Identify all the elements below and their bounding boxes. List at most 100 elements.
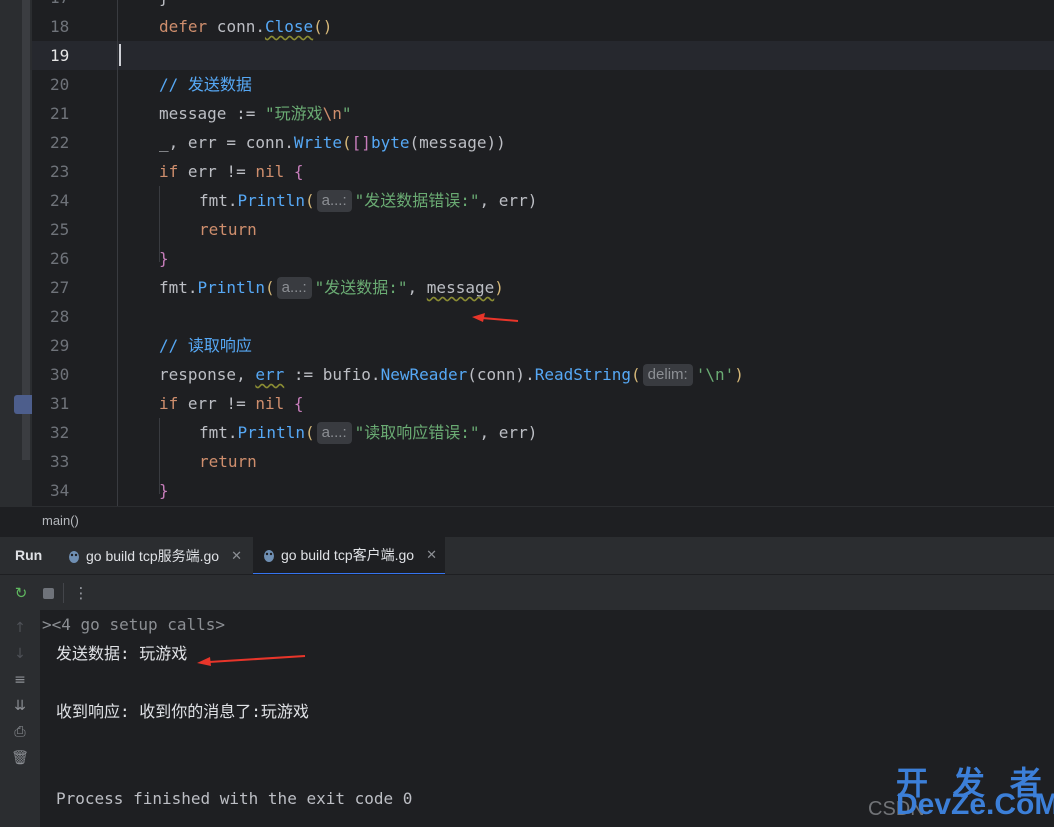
- gopher-icon: [69, 551, 79, 563]
- text-caret: [119, 44, 121, 66]
- parameter-hint: delim:: [642, 364, 693, 386]
- setup-calls-fold[interactable]: ><4 go setup calls>: [42, 615, 225, 635]
- parameter-hint: a...:: [316, 190, 352, 212]
- line-number-gutter: 171819202122232425262728293031323334: [32, 0, 112, 506]
- code-line-31: if err != nil {: [159, 389, 304, 418]
- line-number[interactable]: 28: [50, 302, 90, 331]
- line-number[interactable]: 30: [50, 360, 90, 389]
- code-line-33: return: [199, 447, 257, 476]
- line-number[interactable]: 22: [50, 128, 90, 157]
- arrow-up-icon[interactable]: ↑: [11, 619, 29, 637]
- code-line-20: // 发送数据: [159, 70, 252, 99]
- function-call[interactable]: NewReader: [381, 365, 468, 384]
- line-number[interactable]: 29: [50, 331, 90, 360]
- soft-wrap-icon[interactable]: ≡: [11, 671, 29, 689]
- punct: ): [734, 365, 744, 384]
- run-tool-window-header: Run go build tcp服务端.go ✕ go build tcp客户端…: [0, 536, 1054, 575]
- line-number[interactable]: 18: [50, 12, 90, 41]
- project-strip: [0, 0, 32, 506]
- code-area[interactable]: } defer conn.Close() // 发送数据 message := …: [112, 0, 1054, 506]
- line-number[interactable]: 34: [50, 476, 90, 505]
- line-number[interactable]: 17: [50, 0, 90, 12]
- keyword: if: [159, 162, 179, 181]
- identifier: (conn).: [467, 365, 535, 384]
- line-number[interactable]: 31: [50, 389, 90, 418]
- code-line-32: fmt.Println(a...: "读取响应错误:", err): [199, 418, 537, 447]
- code-line-30: response, err := bufio.NewReader(conn).R…: [159, 360, 744, 389]
- code-line-17: }: [159, 0, 169, 12]
- red-arrow-annotation: [197, 655, 306, 666]
- breadcrumb[interactable]: main(): [0, 506, 1054, 537]
- run-side-toolbar: ↑ ↓ ≡ ⇊ ⎙ 🗑: [0, 610, 40, 827]
- punct: , err): [479, 191, 538, 210]
- type-name: byte: [370, 133, 410, 152]
- more-options-icon[interactable]: ⋮: [72, 584, 90, 602]
- line-number[interactable]: 19: [50, 41, 90, 70]
- close-icon[interactable]: ✕: [426, 547, 437, 563]
- line-number[interactable]: 25: [50, 215, 90, 244]
- punct: (: [304, 423, 315, 442]
- parameter-hint: a...:: [316, 422, 352, 444]
- tab-tcp-server[interactable]: go build tcp服务端.go ✕: [68, 537, 248, 575]
- package-name: fmt.: [199, 423, 238, 442]
- line-number[interactable]: 23: [50, 157, 90, 186]
- code-editor[interactable]: 171819202122232425262728293031323334 } d…: [0, 0, 1054, 537]
- identifier: := bufio.: [284, 365, 381, 384]
- punct: {: [284, 162, 304, 181]
- variable[interactable]: message: [427, 278, 494, 297]
- punct: (: [631, 365, 641, 384]
- arrow-down-icon[interactable]: ↓: [11, 645, 29, 663]
- keyword: return: [199, 220, 257, 239]
- process-finished-message: Process finished with the exit code 0: [56, 789, 413, 808]
- toolbar-divider: [63, 583, 64, 603]
- identifier: message :=: [159, 104, 265, 123]
- close-icon[interactable]: ✕: [231, 548, 242, 564]
- code-line-26: }: [159, 244, 169, 273]
- strip-scrollbar[interactable]: [22, 0, 30, 460]
- string-literal: ": [341, 104, 352, 123]
- function-call[interactable]: Close: [265, 17, 313, 36]
- watermark-domain: DevZe.CoM: [896, 788, 1054, 821]
- punct: (): [313, 17, 333, 36]
- stop-icon[interactable]: [39, 584, 57, 602]
- line-number[interactable]: 27: [50, 273, 90, 302]
- identifier: conn.: [207, 17, 265, 36]
- rerun-icon[interactable]: ↻: [12, 584, 30, 602]
- print-icon[interactable]: ⎙: [11, 723, 29, 741]
- code-line-34: }: [159, 476, 169, 505]
- code-line-22: _, err = conn.Write([]byte(message)): [159, 128, 506, 157]
- scroll-to-end-icon[interactable]: ⇊: [11, 697, 29, 715]
- code-line-23: if err != nil {: [159, 157, 304, 186]
- setup-calls-label: <4 go setup calls>: [51, 615, 226, 634]
- line-number[interactable]: 24: [50, 186, 90, 215]
- line-number[interactable]: 20: [50, 70, 90, 99]
- line-number[interactable]: 26: [50, 244, 90, 273]
- tab-label: go build tcp客户端.go: [281, 547, 415, 563]
- line-number[interactable]: 32: [50, 418, 90, 447]
- code-line-25: return: [199, 215, 257, 244]
- function-call[interactable]: Println: [198, 278, 265, 297]
- line-number[interactable]: 21: [50, 99, 90, 128]
- function-call[interactable]: Write: [294, 133, 342, 152]
- function-call[interactable]: Println: [238, 423, 305, 442]
- line-number[interactable]: 33: [50, 447, 90, 476]
- identifier: err !=: [178, 394, 256, 413]
- code-line-24: fmt.Println(a...: "发送数据错误:", err): [199, 186, 537, 215]
- punct: , err): [479, 423, 538, 442]
- punct: (: [304, 191, 315, 210]
- variable[interactable]: err: [255, 365, 284, 384]
- code-comment: // 发送数据: [159, 75, 252, 94]
- string-literal: "玩游戏: [264, 104, 323, 123]
- escape-sequence: \n: [322, 104, 342, 123]
- code-line-21: message := "玩游戏\n": [159, 99, 352, 128]
- tab-tcp-client[interactable]: go build tcp客户端.go ✕: [253, 537, 445, 575]
- keyword: if: [159, 394, 179, 413]
- console-line: 发送数据: 玩游戏: [56, 644, 188, 663]
- tab-label: go build tcp服务端.go: [86, 548, 220, 564]
- function-call[interactable]: ReadString: [535, 365, 631, 384]
- punct: ): [494, 278, 504, 297]
- function-call[interactable]: Println: [238, 191, 305, 210]
- run-toolbar: ↻ ⋮: [0, 574, 1054, 611]
- trash-icon[interactable]: 🗑: [11, 749, 29, 767]
- breadcrumb-item[interactable]: main(): [42, 513, 79, 528]
